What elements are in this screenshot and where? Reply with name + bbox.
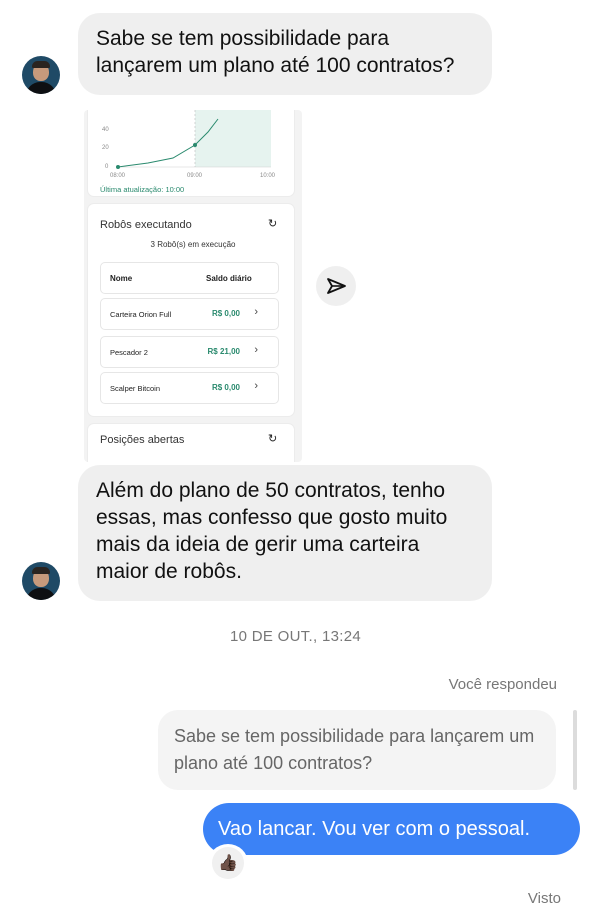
robot-name: Scalper Bitcoin: [110, 384, 161, 393]
reply-indicator-bar: [573, 710, 577, 790]
avatar[interactable]: [22, 562, 60, 600]
chevron-right-icon: ›: [254, 344, 258, 356]
message-timestamp: 10 DE OUT., 13:24: [230, 628, 361, 645]
robot-name: Pescador 2: [110, 348, 148, 357]
x-tick: 09:00: [187, 173, 203, 179]
header-name: Nome: [110, 274, 133, 283]
outgoing-message-bubble[interactable]: Vao lancar. Vou ver com o pessoal.: [203, 803, 580, 855]
x-tick: 08:00: [110, 173, 126, 179]
reply-quote-bubble[interactable]: Sabe se tem possibilidade para lançarem …: [158, 710, 556, 790]
robot-row: Carteira Orion Full R$ 0,00 ›: [100, 298, 279, 330]
header-balance: Saldo diário: [206, 274, 252, 283]
incoming-message-text: Sabe se tem possibilidade para lançarem …: [96, 27, 455, 77]
y-tick: 40: [102, 127, 109, 133]
chart-highlight-area: [195, 110, 271, 167]
incoming-message-bubble[interactable]: Sabe se tem possibilidade para lançarem …: [78, 13, 492, 95]
positions-title: Posições abertas: [100, 434, 185, 446]
chart-point: [193, 143, 197, 147]
refresh-icon: ↻: [268, 218, 278, 230]
robot-row: Pescador 2 R$ 21,00 ›: [100, 336, 279, 368]
robots-title: Robôs executando: [100, 219, 192, 231]
robot-value: R$ 21,00: [207, 347, 240, 356]
outgoing-message-text: Vao lancar. Vou ver com o pessoal.: [218, 818, 531, 840]
robot-value: R$ 0,00: [211, 309, 240, 318]
y-tick: 20: [102, 145, 109, 151]
share-button[interactable]: [316, 266, 356, 306]
incoming-message-text: Além do plano de 50 contratos, tenho ess…: [96, 479, 448, 583]
reaction-badge[interactable]: 👍🏿: [210, 846, 246, 880]
incoming-message-bubble[interactable]: Além do plano de 50 contratos, tenho ess…: [78, 465, 492, 601]
send-icon: [327, 278, 346, 294]
you-replied-label: Você respondeu: [448, 676, 557, 693]
robots-table-header: Nome Saldo diário: [100, 262, 279, 294]
avatar[interactable]: [22, 56, 60, 94]
refresh-icon: ↻: [268, 433, 278, 445]
chevron-right-icon: ›: [254, 306, 258, 318]
avatar-hair: [32, 61, 50, 68]
thumbs-up-icon: 👍🏿: [212, 847, 244, 879]
robot-value: R$ 0,00: [211, 383, 240, 392]
avatar-shirt: [26, 588, 56, 600]
x-tick: 10:00: [260, 173, 276, 179]
reply-quote-text: Sabe se tem possibilidade para lançarem …: [174, 726, 535, 773]
chart-panel: 40 20 0 08:00 09:00 10:00 Última atualiz…: [88, 110, 294, 196]
shared-image[interactable]: 40 20 0 08:00 09:00 10:00 Última atualiz…: [84, 110, 302, 462]
line-chart: 40 20 0 08:00 09:00 10:00 Última atualiz…: [100, 110, 276, 194]
avatar-hair: [32, 567, 50, 574]
last-update-text: Última atualização: 10:00: [100, 185, 184, 194]
robot-name: Carteira Orion Full: [110, 310, 172, 319]
robot-row: Scalper Bitcoin R$ 0,00 ›: [100, 372, 279, 404]
chart-point: [116, 165, 120, 169]
y-tick: 0: [105, 164, 109, 170]
chevron-right-icon: ›: [254, 380, 258, 392]
avatar-shirt: [26, 82, 56, 94]
robots-subtitle: 3 Robô(s) em execução: [150, 240, 236, 249]
seen-status: Visto: [527, 890, 561, 907]
